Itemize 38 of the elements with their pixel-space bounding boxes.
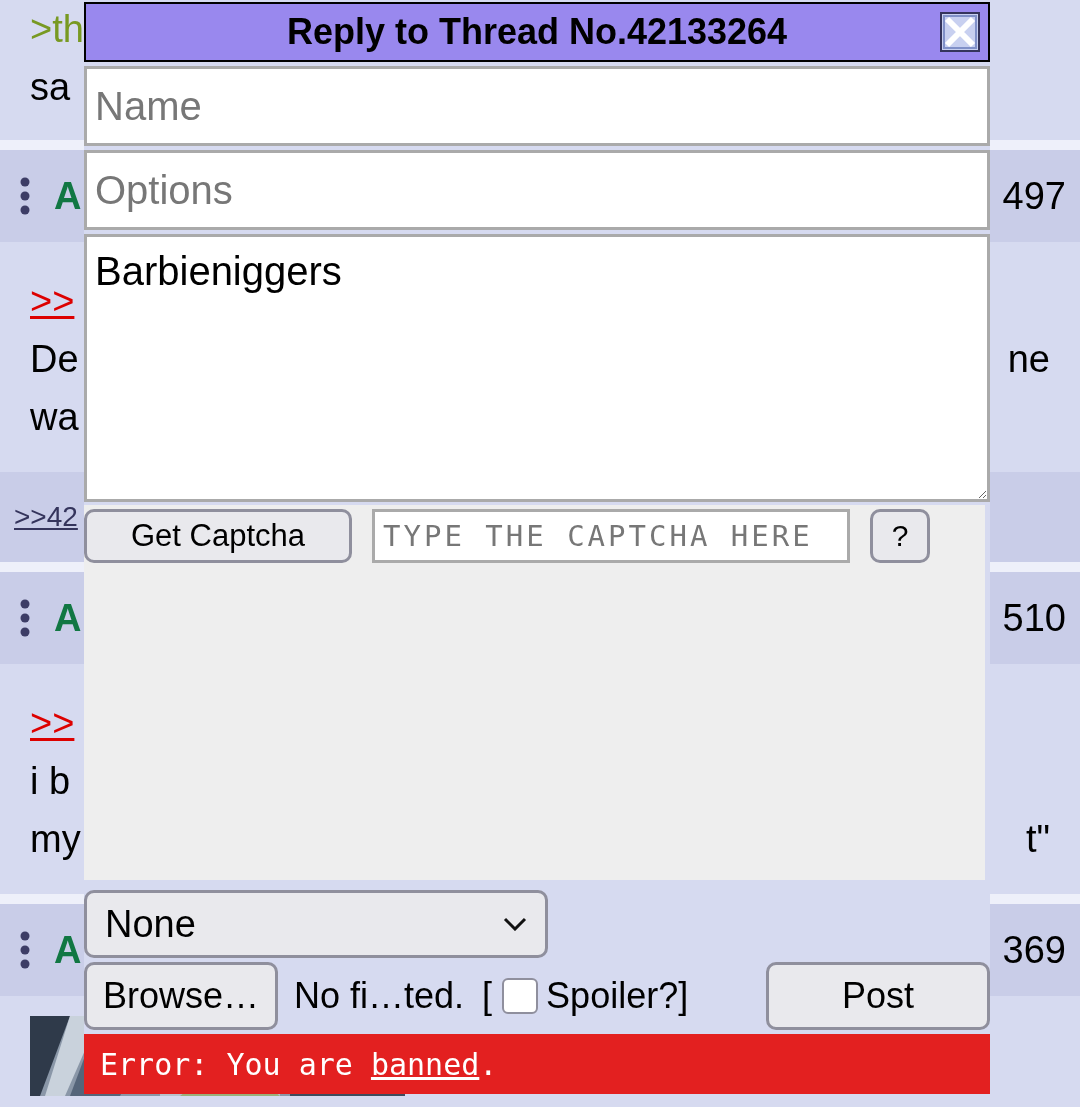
post-text: De <box>30 337 79 382</box>
post-text: my <box>30 817 81 862</box>
post-text: ne <box>1007 337 1050 382</box>
post-text: sa <box>30 65 71 110</box>
error-message: Error: You are banned. <box>84 1034 990 1094</box>
bracket-text: [ <box>482 975 493 1017</box>
dialog-title: Reply to Thread No.42133264 <box>286 11 788 53</box>
poster-name: A <box>54 928 82 972</box>
more-icon[interactable] <box>20 931 30 969</box>
post-number[interactable]: 369 <box>1002 928 1066 972</box>
post-button[interactable]: Post <box>766 962 990 1030</box>
close-icon[interactable] <box>940 12 980 52</box>
more-icon[interactable] <box>20 599 30 637</box>
post-text: i b <box>30 759 71 804</box>
help-button[interactable]: ? <box>870 509 930 563</box>
options-field[interactable]: Options <box>84 150 990 230</box>
poster-name: A <box>54 596 82 640</box>
dropdown[interactable]: None <box>84 890 548 958</box>
captcha-field[interactable]: TYPE THE CAPTCHA HERE <box>372 509 850 563</box>
post-number[interactable]: 497 <box>1002 174 1066 218</box>
name-field[interactable]: Name <box>84 66 990 146</box>
banned-link[interactable]: banned <box>370 1046 480 1082</box>
get-captcha-button[interactable]: Get Captcha <box>84 509 352 563</box>
quote-link[interactable]: >> <box>30 272 75 330</box>
greentext: >th <box>30 7 84 52</box>
more-icon[interactable] <box>20 177 30 215</box>
browse-button[interactable]: Browse… <box>84 962 278 1030</box>
post-text: t" <box>1025 817 1050 862</box>
file-status: No fi…ted. <box>294 975 465 1017</box>
spoiler-label: Spoiler?] <box>546 975 689 1017</box>
chevron-icon <box>503 917 527 931</box>
spoiler-checkbox[interactable] <box>502 978 539 1014</box>
post-number[interactable]: 510 <box>1002 596 1066 640</box>
quote-link[interactable]: >> <box>30 694 75 752</box>
comment-field[interactable]: Barbieniggers <box>84 234 990 502</box>
post-text: wa <box>30 395 79 440</box>
backlink[interactable]: >>42 <box>14 501 78 533</box>
poster-name: A <box>54 174 82 218</box>
